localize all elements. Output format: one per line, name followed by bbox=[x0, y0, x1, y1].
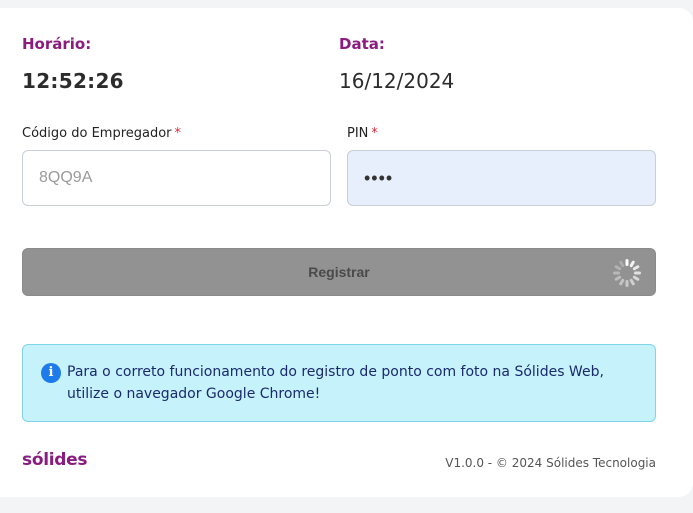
solides-logo: sólides bbox=[22, 450, 88, 470]
time-label: Horário: bbox=[22, 35, 92, 53]
current-time: 12:52:26 bbox=[22, 69, 124, 93]
version-text: V1.0.0 - © 2024 Sólides Tecnologia bbox=[445, 456, 656, 470]
browser-info-alert: i Para o correto funcionamento do regist… bbox=[22, 344, 656, 422]
required-mark: * bbox=[174, 126, 182, 141]
pin-input[interactable] bbox=[347, 150, 656, 206]
alert-message: Para o correto funcionamento do registro… bbox=[67, 364, 604, 402]
pin-label: PIN * bbox=[347, 126, 378, 141]
employer-code-label-text: Código do Empregador bbox=[22, 126, 172, 141]
current-date: 16/12/2024 bbox=[339, 69, 455, 93]
date-label: Data: bbox=[339, 35, 385, 53]
register-button[interactable]: Registrar bbox=[22, 248, 656, 296]
required-mark: * bbox=[371, 126, 378, 141]
punch-clock-card: Horário: 12:52:26 Data: 16/12/2024 Códig… bbox=[0, 8, 693, 497]
register-button-label: Registrar bbox=[308, 264, 370, 280]
info-icon: i bbox=[41, 363, 61, 383]
employer-code-input[interactable] bbox=[22, 150, 331, 206]
pin-label-text: PIN bbox=[347, 126, 369, 141]
employer-code-label: Código do Empregador * bbox=[22, 126, 181, 141]
loading-spinner-icon bbox=[613, 259, 641, 287]
